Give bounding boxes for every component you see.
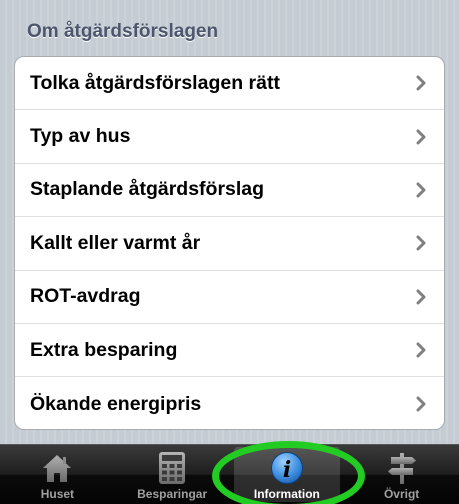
chevron-right-icon	[414, 181, 428, 199]
tab-bar: Huset Besparingar i Information Övrigt	[0, 444, 459, 504]
list-item-extra-besparing[interactable]: Extra besparing	[15, 324, 444, 378]
tab-label: Huset	[40, 487, 75, 501]
signpost-icon	[384, 451, 420, 485]
tab-label: Besparingar	[137, 487, 208, 501]
options-list: Tolka åtgärdsförslagen rätt Typ av hus S…	[14, 56, 445, 430]
chevron-right-icon	[414, 395, 428, 413]
chevron-right-icon	[414, 74, 428, 92]
section-header: Om åtgärdsförslagen	[27, 21, 219, 42]
tab-ovrigt[interactable]: Övrigt	[344, 445, 459, 504]
list-item-label: Kallt eller varmt år	[30, 231, 201, 254]
chevron-right-icon	[414, 288, 428, 306]
list-item-rot-avdrag[interactable]: ROT-avdrag	[15, 271, 444, 324]
list-item-label: Tolka åtgärdsförslagen rätt	[30, 71, 280, 94]
tab-huset[interactable]: Huset	[0, 445, 115, 504]
list-item-label: Typ av hus	[30, 125, 131, 148]
list-item-label: Extra besparing	[30, 338, 178, 361]
list-item-label: Ökande energipris	[30, 392, 202, 415]
info-icon: i	[269, 451, 305, 485]
list-item-staplande[interactable]: Staplande åtgärdsförslag	[15, 164, 444, 218]
house-icon	[39, 451, 75, 485]
tab-besparingar[interactable]: Besparingar	[115, 445, 230, 504]
chevron-right-icon	[414, 234, 428, 252]
list-item-okande-energipris[interactable]: Ökande energipris	[15, 377, 444, 429]
tab-information[interactable]: i Information	[230, 445, 345, 504]
list-item-kallt-eller-varmt[interactable]: Kallt eller varmt år	[15, 217, 444, 271]
chevron-right-icon	[414, 341, 428, 359]
chevron-right-icon	[414, 128, 428, 146]
tab-label: Övrigt	[383, 487, 420, 501]
calculator-icon	[154, 451, 190, 485]
list-item-tolka[interactable]: Tolka åtgärdsförslagen rätt	[15, 57, 444, 111]
list-item-label: ROT-avdrag	[30, 285, 141, 308]
list-item-label: Staplande åtgärdsförslag	[30, 178, 265, 201]
svg-text:i: i	[283, 457, 291, 483]
list-item-typ-av-hus[interactable]: Typ av hus	[15, 110, 444, 164]
tab-label: Information	[253, 487, 320, 501]
